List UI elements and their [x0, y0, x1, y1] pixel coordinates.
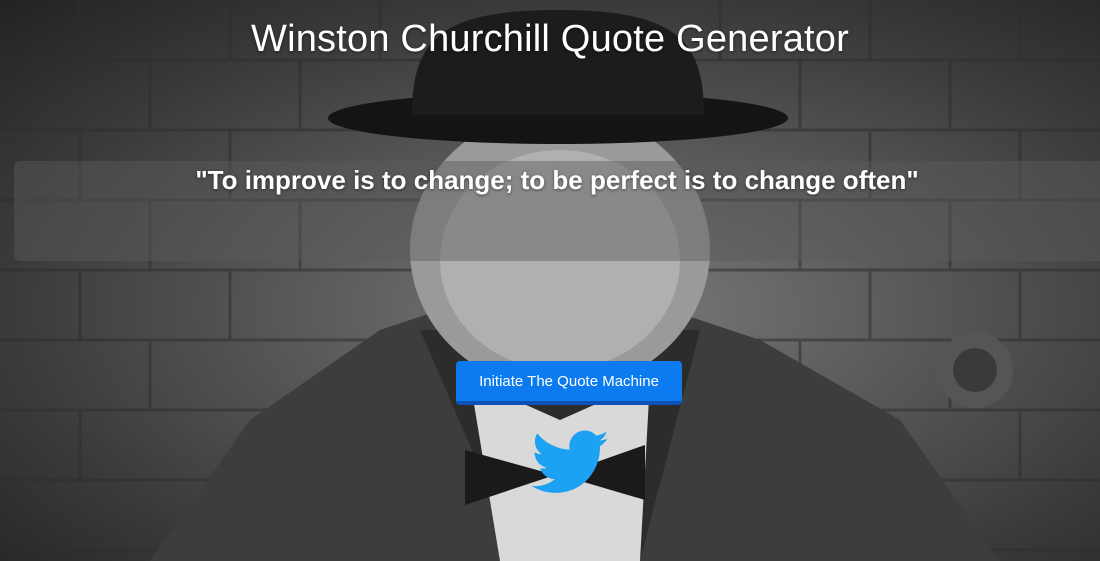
quote-text: "To improve is to change; to be perfect …: [195, 165, 919, 195]
page-title: Winston Churchill Quote Generator: [251, 18, 849, 60]
tweet-quote-link[interactable]: [531, 430, 610, 496]
twitter-bird-icon: [531, 430, 609, 493]
generate-quote-button[interactable]: Initiate The Quote Machine: [456, 361, 682, 405]
